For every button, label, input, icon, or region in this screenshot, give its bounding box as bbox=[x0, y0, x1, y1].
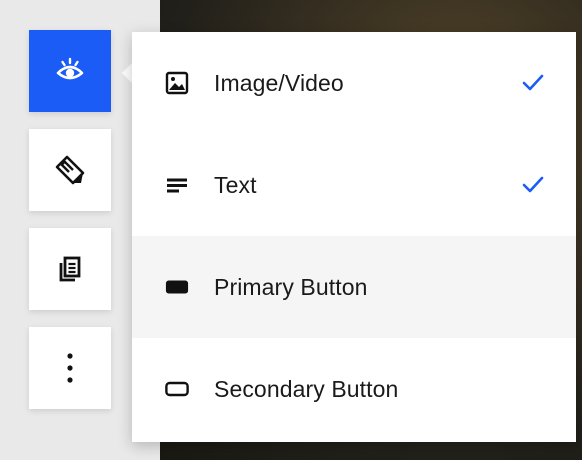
visibility-menu: Image/Video Text Primary Button Secondar… bbox=[132, 32, 576, 442]
style-tags-icon bbox=[53, 153, 87, 187]
duplicate-button[interactable] bbox=[29, 228, 111, 310]
menu-item-label: Secondary Button bbox=[214, 375, 399, 402]
menu-item-label: Primary Button bbox=[214, 273, 368, 300]
checkmark-icon bbox=[522, 74, 544, 92]
copy-icon bbox=[55, 254, 85, 284]
menu-item-text[interactable]: Text bbox=[132, 134, 576, 236]
text-lines-icon bbox=[165, 173, 189, 197]
more-vertical-icon bbox=[65, 351, 75, 385]
more-options-button[interactable] bbox=[29, 327, 111, 409]
menu-pointer bbox=[122, 63, 132, 83]
secondary-button-icon bbox=[165, 377, 189, 401]
primary-button-icon bbox=[165, 275, 189, 299]
menu-item-primary-button[interactable]: Primary Button bbox=[132, 236, 576, 338]
style-button[interactable] bbox=[29, 129, 111, 211]
menu-item-secondary-button[interactable]: Secondary Button bbox=[132, 338, 576, 440]
menu-item-label: Image/Video bbox=[214, 69, 344, 96]
visibility-button[interactable] bbox=[29, 30, 111, 112]
menu-item-label: Text bbox=[214, 171, 257, 198]
checkmark-icon bbox=[522, 176, 544, 194]
image-icon bbox=[165, 71, 189, 95]
eye-icon bbox=[55, 56, 85, 86]
menu-item-image-video[interactable]: Image/Video bbox=[132, 32, 576, 134]
